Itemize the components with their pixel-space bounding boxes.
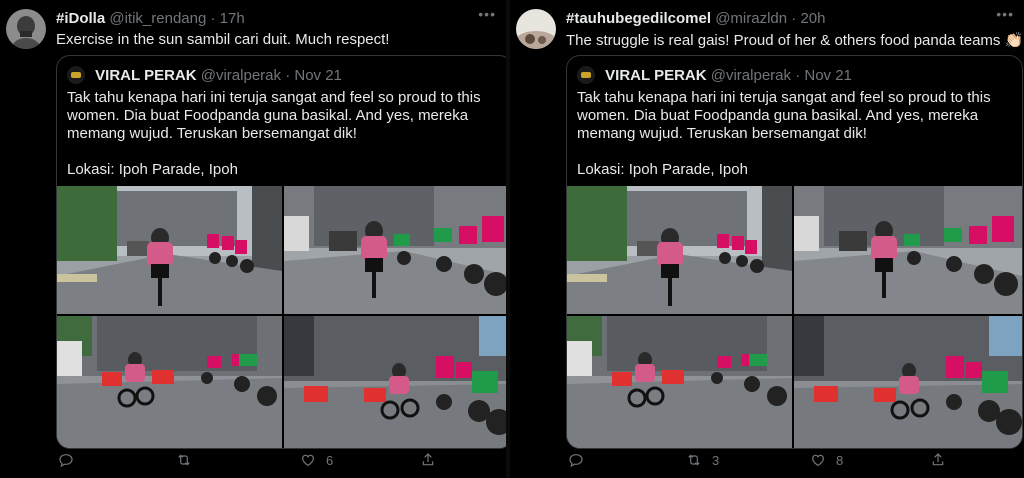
avatar[interactable] [6, 9, 46, 49]
display-name[interactable]: #iDolla [56, 10, 105, 27]
separator: · [210, 10, 216, 27]
timestamp[interactable]: 20h [800, 10, 825, 27]
more-icon[interactable]: ••• [996, 6, 1014, 22]
retweet-button[interactable]: 3 [686, 452, 719, 468]
like-icon [810, 452, 826, 468]
quote-body: Tak tahu kenapa hari ini teruja sangat a… [67, 89, 481, 142]
user-handle[interactable]: @itik_rendang [109, 10, 206, 27]
quoted-tweet[interactable]: VIRAL PERAK @viralperak · Nov 21 Tak tah… [56, 55, 513, 449]
tweet-card[interactable]: #iDolla @itik_rendang · 17h ••• Exercise… [0, 0, 513, 478]
tweet-actions: 6 [56, 452, 456, 468]
quote-display-name: VIRAL PERAK [95, 67, 197, 84]
photo-cyclist-road[interactable] [567, 186, 792, 314]
like-button[interactable]: 8 [810, 452, 843, 468]
tweet-actions: 3 8 [566, 452, 966, 468]
tweet-header: #tauhubegedilcomel @mirazldn · 20h ••• [566, 6, 1014, 30]
quote-header: VIRAL PERAK @viralperak · Nov 21 [67, 66, 342, 84]
retweet-button[interactable] [176, 452, 202, 468]
share-icon [930, 452, 946, 468]
reply-icon [568, 452, 584, 468]
like-icon [300, 452, 316, 468]
photo-cyclist-wall[interactable] [567, 316, 792, 448]
quote-header: VIRAL PERAK @viralperak · Nov 21 [577, 66, 852, 84]
quote-location: Lokasi: Ipoh Parade, Ipoh [577, 161, 748, 178]
share-icon [420, 452, 436, 468]
like-count: 6 [326, 452, 334, 468]
quote-avatar [67, 66, 85, 84]
tweet-card[interactable]: #tauhubegedilcomel @mirazldn · 20h ••• T… [510, 0, 1024, 478]
photo-cyclist-road[interactable] [57, 186, 282, 314]
quote-user-handle: @viralperak [200, 67, 282, 84]
like-button[interactable]: 6 [300, 452, 333, 468]
photo-cyclist-grab[interactable] [284, 316, 512, 448]
separator: · [285, 67, 291, 84]
quote-text: Tak tahu kenapa hari ini teruja sangat a… [67, 89, 504, 179]
timestamp[interactable]: 17h [220, 10, 245, 27]
share-button[interactable] [420, 452, 436, 468]
separator: · [795, 67, 801, 84]
user-handle[interactable]: @mirazldn [715, 10, 787, 27]
photo-grid [567, 186, 1022, 448]
quoted-tweet[interactable]: VIRAL PERAK @viralperak · Nov 21 Tak tah… [566, 55, 1023, 449]
reply-button[interactable] [568, 452, 594, 468]
separator: · [791, 10, 797, 27]
avatar[interactable] [516, 9, 556, 49]
more-icon[interactable]: ••• [478, 6, 496, 22]
tweet-header: #iDolla @itik_rendang · 17h ••• [56, 6, 496, 30]
retweet-icon [176, 452, 192, 468]
tweet-text: Exercise in the sun sambil cari duit. Mu… [56, 31, 390, 48]
photo-cyclist-riders[interactable] [794, 186, 1022, 314]
reply-button[interactable] [58, 452, 84, 468]
quote-location: Lokasi: Ipoh Parade, Ipoh [67, 161, 238, 178]
quote-user-handle: @viralperak [710, 67, 792, 84]
quote-timestamp: Nov 21 [804, 67, 852, 84]
share-button[interactable] [930, 452, 946, 468]
quote-body: Tak tahu kenapa hari ini teruja sangat a… [577, 89, 991, 142]
retweet-count: 3 [712, 452, 720, 468]
quote-timestamp: Nov 21 [294, 67, 342, 84]
photo-grid [57, 186, 512, 448]
photo-cyclist-grab[interactable] [794, 316, 1022, 448]
photo-cyclist-riders[interactable] [284, 186, 512, 314]
quote-text: Tak tahu kenapa hari ini teruja sangat a… [577, 89, 1014, 179]
like-count: 8 [836, 452, 844, 468]
quote-avatar [577, 66, 595, 84]
retweet-icon [686, 452, 702, 468]
quote-display-name: VIRAL PERAK [605, 67, 707, 84]
display-name[interactable]: #tauhubegedilcomel [566, 10, 711, 27]
photo-cyclist-wall[interactable] [57, 316, 282, 448]
reply-icon [58, 452, 74, 468]
tweet-text: The struggle is real gais! Proud of her … [566, 32, 1024, 49]
